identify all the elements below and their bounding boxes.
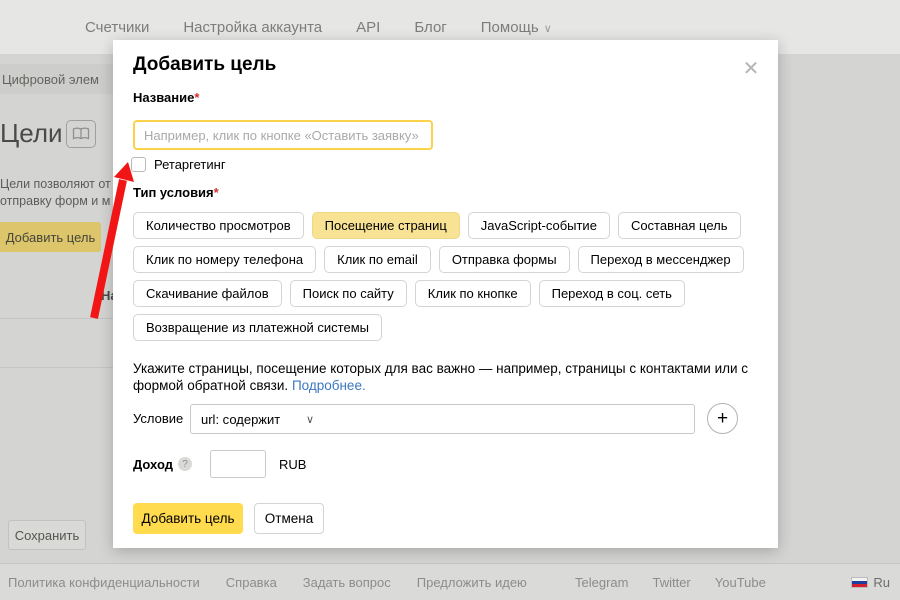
footer-link-ask-question[interactable]: Задать вопрос	[303, 575, 391, 590]
name-label-text: Название	[133, 90, 194, 105]
dialog-actions: Добавить цель Отмена	[133, 503, 324, 534]
chip-phone-click[interactable]: Клик по номеру телефона	[133, 246, 316, 273]
add-goal-dialog: Добавить цель ✕ Название* Ретаргетинг Ти…	[113, 40, 778, 548]
condition-label: Условие	[133, 411, 183, 426]
background-add-goal-button[interactable]: Добавить цель	[0, 222, 101, 252]
help-icon[interactable]: ?	[178, 457, 192, 471]
page-title-row: Цели	[0, 118, 113, 152]
condition-value-input[interactable]	[324, 404, 695, 434]
docs-book-icon[interactable]	[66, 120, 96, 148]
chip-payment-return[interactable]: Возвращение из платежной системы	[133, 314, 382, 341]
footer: Политика конфиденциальности Справка Зада…	[0, 563, 900, 600]
table-divider	[0, 367, 113, 368]
nav-help-label: Помощь	[481, 19, 539, 36]
chip-messenger[interactable]: Переход в мессенджер	[578, 246, 744, 273]
chip-button-click[interactable]: Клик по кнопке	[415, 280, 531, 307]
footer-link-privacy[interactable]: Политика конфиденциальности	[8, 575, 200, 590]
submit-add-goal-button[interactable]: Добавить цель	[133, 503, 243, 534]
close-icon[interactable]: ✕	[739, 56, 763, 80]
condition-type-select[interactable]: url: содержит ∨	[190, 404, 325, 434]
page-title: Цели	[0, 118, 63, 148]
chevron-down-icon: ∨	[544, 23, 552, 35]
retargeting-option: Ретаргетинг	[131, 157, 226, 172]
footer-link-telegram[interactable]: Telegram	[575, 575, 628, 590]
goal-name-input[interactable]	[133, 120, 433, 150]
chip-site-search[interactable]: Поиск по сайту	[290, 280, 407, 307]
chip-page-visit[interactable]: Посещение страниц	[312, 212, 460, 239]
chip-form-submit[interactable]: Отправка формы	[439, 246, 570, 273]
chip-email-click[interactable]: Клик по email	[324, 246, 431, 273]
nav-help[interactable]: Помощь ∨	[481, 19, 552, 36]
language-code: Ru	[873, 575, 890, 590]
goal-type-row-3: Скачивание файлов Поиск по сайту Клик по…	[133, 280, 685, 307]
chip-javascript-event[interactable]: JavaScript-событие	[468, 212, 610, 239]
footer-link-suggest-idea[interactable]: Предложить идею	[417, 575, 527, 590]
goal-type-row-1: Количество просмотров Посещение страниц …	[133, 212, 741, 239]
currency-label: RUB	[279, 457, 306, 472]
goals-description: Цели позволяют от отправку форм и м	[0, 176, 113, 212]
chip-social-network[interactable]: Переход в соц. сеть	[539, 280, 685, 307]
nav-api[interactable]: API	[356, 19, 380, 36]
breadcrumb: Цифровой элем	[0, 64, 113, 94]
retargeting-label: Ретаргетинг	[154, 157, 226, 172]
type-label-text: Тип условия	[133, 185, 214, 200]
screen: Счетчики Настройка аккаунта API Блог Пом…	[0, 0, 900, 600]
russia-flag-icon	[851, 577, 868, 588]
retargeting-checkbox[interactable]	[131, 157, 146, 172]
footer-socials: Telegram Twitter YouTube	[575, 564, 766, 600]
add-condition-button[interactable]: +	[707, 403, 738, 434]
table-header-partial: На	[101, 288, 113, 303]
nav-blog[interactable]: Блог	[414, 19, 446, 36]
chip-pageview-count[interactable]: Количество просмотров	[133, 212, 304, 239]
language-switcher[interactable]: Ru	[851, 564, 890, 600]
chip-composite-goal[interactable]: Составная цель	[618, 212, 741, 239]
goal-type-row-2: Клик по номеру телефона Клик по email От…	[133, 246, 744, 273]
learn-more-link[interactable]: Подробнее.	[292, 378, 366, 393]
table-divider	[0, 318, 113, 319]
type-field-label: Тип условия*	[133, 185, 219, 200]
condition-select-value: url: содержит	[201, 412, 280, 427]
goal-type-row-4: Возвращение из платежной системы	[133, 314, 382, 341]
breadcrumb-label: Цифровой элем	[0, 64, 113, 87]
required-asterisk: *	[214, 185, 219, 200]
name-field-label: Название*	[133, 90, 199, 105]
goals-description-line1: Цели позволяют от	[0, 176, 113, 193]
nav-account-settings[interactable]: Настройка аккаунта	[183, 19, 322, 36]
revenue-row: Доход ? RUB	[133, 450, 306, 478]
chip-file-download[interactable]: Скачивание файлов	[133, 280, 282, 307]
revenue-label: Доход	[133, 457, 173, 472]
save-button[interactable]: Сохранить	[8, 520, 86, 550]
required-asterisk: *	[194, 90, 199, 105]
goals-description-line2: отправку форм и м	[0, 193, 113, 210]
nav-counters[interactable]: Счетчики	[85, 19, 149, 36]
hint-text: Укажите страницы, посещение которых для …	[133, 360, 765, 394]
footer-link-help[interactable]: Справка	[226, 575, 277, 590]
footer-links: Политика конфиденциальности Справка Зада…	[8, 564, 527, 600]
cancel-button[interactable]: Отмена	[254, 503, 324, 534]
chevron-down-icon: ∨	[306, 413, 314, 426]
footer-link-youtube[interactable]: YouTube	[715, 575, 766, 590]
hint-text-body: Укажите страницы, посещение которых для …	[133, 361, 748, 393]
footer-link-twitter[interactable]: Twitter	[652, 575, 690, 590]
revenue-input[interactable]	[210, 450, 266, 478]
dialog-title: Добавить цель	[133, 54, 276, 76]
